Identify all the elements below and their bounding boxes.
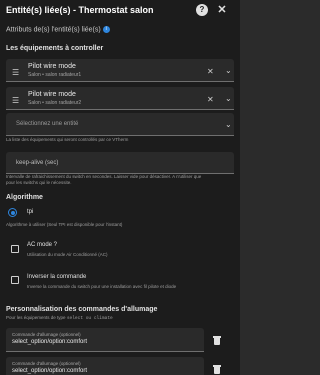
invert-helper: Inverse la commande du switch pour une i…	[27, 284, 177, 289]
chevron-down-icon[interactable]: ⌄	[225, 120, 232, 129]
entity-select[interactable]: Sélectionnez une entité ⌄	[6, 113, 234, 136]
chevron-down-icon[interactable]: ⌄	[225, 94, 232, 103]
entity-dialog: Entité(s) liée(s) - Thermostat salon ? ✕…	[0, 0, 240, 375]
entity-select-placeholder: Sélectionnez une entité	[16, 121, 79, 127]
command-field-2[interactable]: Commande d'allumage (optionnel) select_o…	[6, 357, 204, 375]
tpi-label: tpi	[27, 209, 34, 215]
drag-handle-icon[interactable]: ☰	[12, 68, 19, 77]
ac-mode-label: AC mode ?	[27, 242, 58, 248]
keep-alive-helper-2: pour les switchs qui le nécessite.	[6, 180, 72, 185]
ac-mode-helper: Utilisation du mode Air Conditionné (AC)	[27, 252, 108, 257]
clear-icon[interactable]: ✕	[207, 95, 214, 104]
commands-helper: Pour les équipements de type select ou c…	[6, 315, 113, 322]
command-value: select_option/option:comfort	[12, 339, 88, 345]
invert-label: Inverser la commande	[27, 274, 87, 280]
algorithm-heading: Algorithme	[6, 194, 43, 201]
clear-icon[interactable]: ✕	[207, 67, 214, 76]
ac-mode-checkbox[interactable]	[11, 245, 19, 253]
chevron-down-icon[interactable]: ⌄	[225, 66, 232, 75]
drag-handle-icon[interactable]: ☰	[12, 96, 19, 105]
entity-context: Salon • salon radiateur1	[28, 72, 82, 78]
keep-alive-label: keep-alive (sec)	[16, 160, 59, 166]
command-label: Commande d'allumage (optionnel)	[12, 332, 81, 337]
entity-row-2[interactable]: ☰ Pilot wire mode Salon • salon radiateu…	[6, 87, 234, 110]
equipment-heading: Les équipements à controller	[6, 45, 104, 52]
command-field-1[interactable]: Commande d'allumage (optionnel) select_o…	[6, 328, 204, 352]
dialog-subtitle: Attributs de(s) l'entité(s) liée(s) i	[6, 26, 110, 33]
entity-name: Pilot wire mode	[28, 63, 76, 70]
entity-name: Pilot wire mode	[28, 91, 76, 98]
command-value: select_option/option:comfort	[12, 368, 88, 374]
close-icon[interactable]: ✕	[216, 4, 228, 16]
entity-row-1[interactable]: ☰ Pilot wire mode Salon • salon radiateu…	[6, 59, 234, 82]
subtitle-text: Attributs de(s) l'entité(s) liée(s)	[6, 26, 101, 34]
command-label: Commande d'allumage (optionnel)	[12, 361, 81, 366]
invert-checkbox[interactable]	[11, 276, 19, 284]
tpi-radio[interactable]	[8, 208, 17, 217]
page: Entité(s) liée(s) - Thermostat salon ? ✕…	[0, 0, 240, 375]
help-icon[interactable]: ?	[196, 4, 208, 16]
commands-heading: Personnalisation des commandes d'allumag…	[6, 306, 158, 313]
equipment-helper: La liste des équipements qui seront cont…	[6, 137, 129, 142]
delete-icon[interactable]	[213, 365, 221, 374]
commands-helper-code: select ou climate	[66, 316, 113, 321]
info-icon[interactable]: i	[102, 26, 110, 33]
dialog-title: Entité(s) liée(s) - Thermostat salon	[6, 5, 154, 15]
dialog-header: Entité(s) liée(s) - Thermostat salon ? ✕	[0, 0, 240, 22]
entity-context: Salon • salon radiateur2	[28, 100, 82, 106]
delete-icon[interactable]	[213, 336, 221, 345]
algorithm-helper: Algorithme à utiliser (Seul TPI est disp…	[6, 222, 123, 227]
commands-helper-prefix: Pour les équipements de type	[6, 315, 66, 320]
keep-alive-input[interactable]: keep-alive (sec)	[6, 152, 234, 174]
